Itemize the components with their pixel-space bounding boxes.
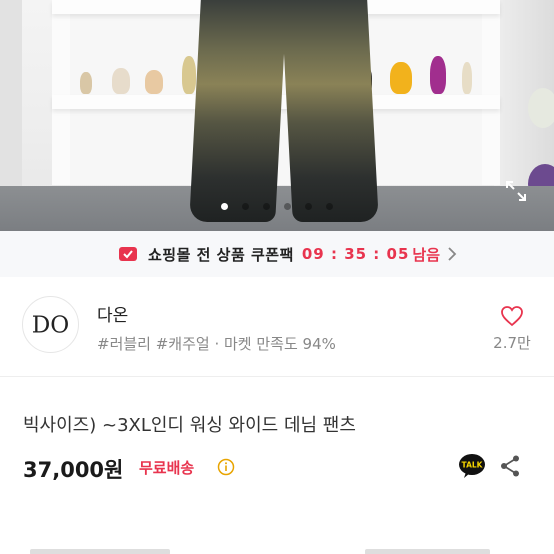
carousel-indicator bbox=[0, 195, 554, 210]
flower-decor bbox=[528, 88, 554, 128]
talk-icon[interactable]: TALK bbox=[458, 453, 486, 479]
info-icon[interactable] bbox=[217, 458, 235, 476]
seller-info[interactable]: DO 다온 #러블리 #캐주얼 · 마켓 만족도 94% 2.7만 bbox=[0, 277, 554, 377]
seller-name[interactable]: 다온 bbox=[97, 301, 128, 326]
product-image-carousel[interactable] bbox=[0, 0, 554, 231]
vase-decor bbox=[430, 56, 446, 94]
carousel-dot[interactable] bbox=[263, 203, 270, 210]
seller-tags: #러블리 #캐주얼 · 마켓 만족도 94% bbox=[97, 335, 336, 353]
coupon-icon bbox=[119, 247, 137, 261]
share-icon[interactable] bbox=[499, 454, 521, 478]
coupon-remaining-label: 남음 bbox=[412, 245, 440, 264]
jeans-left-leg bbox=[189, 0, 287, 222]
product-price: 37,000원 bbox=[23, 458, 124, 482]
expand-icon[interactable] bbox=[504, 179, 528, 203]
heart-icon[interactable] bbox=[500, 305, 524, 327]
cutoff-text-fragment bbox=[365, 549, 490, 554]
next-section-cutoff bbox=[0, 540, 554, 554]
coupon-timer: 09 : 35 : 05 bbox=[301, 245, 410, 263]
vase-decor bbox=[182, 56, 196, 94]
coupon-banner-content: 쇼핑몰 전 상품 쿠폰팩 09 : 35 : 05 남음 bbox=[118, 242, 458, 266]
seller-avatar[interactable]: DO bbox=[22, 296, 79, 353]
vase-decor bbox=[390, 62, 412, 94]
avatar-logo-text: DO bbox=[32, 313, 70, 339]
coupon-label: 쇼핑몰 전 상품 쿠폰팩 bbox=[148, 245, 294, 264]
vase-decor bbox=[462, 62, 472, 94]
carousel-dot[interactable] bbox=[305, 203, 312, 210]
talk-icon-label: TALK bbox=[462, 461, 484, 470]
coupon-banner[interactable]: 쇼핑몰 전 상품 쿠폰팩 09 : 35 : 05 남음 bbox=[0, 231, 554, 277]
carousel-dot[interactable] bbox=[242, 203, 249, 210]
carousel-dot[interactable] bbox=[326, 203, 333, 210]
product-title: 빅사이즈) ~3XL인디 워싱 와이드 데님 팬츠 bbox=[23, 415, 356, 436]
cutoff-text-fragment bbox=[30, 549, 170, 554]
carousel-dot[interactable] bbox=[284, 203, 291, 210]
chevron-right-icon bbox=[448, 247, 457, 261]
jeans-right-leg bbox=[281, 0, 379, 222]
carousel-dot[interactable] bbox=[221, 203, 228, 210]
vase-decor bbox=[112, 68, 130, 94]
photo-wall-edge bbox=[0, 0, 22, 190]
free-shipping-badge: 무료배송 bbox=[139, 459, 195, 477]
vase-decor bbox=[145, 70, 163, 94]
vase-decor bbox=[80, 72, 92, 94]
like-count: 2.7만 bbox=[493, 334, 531, 352]
